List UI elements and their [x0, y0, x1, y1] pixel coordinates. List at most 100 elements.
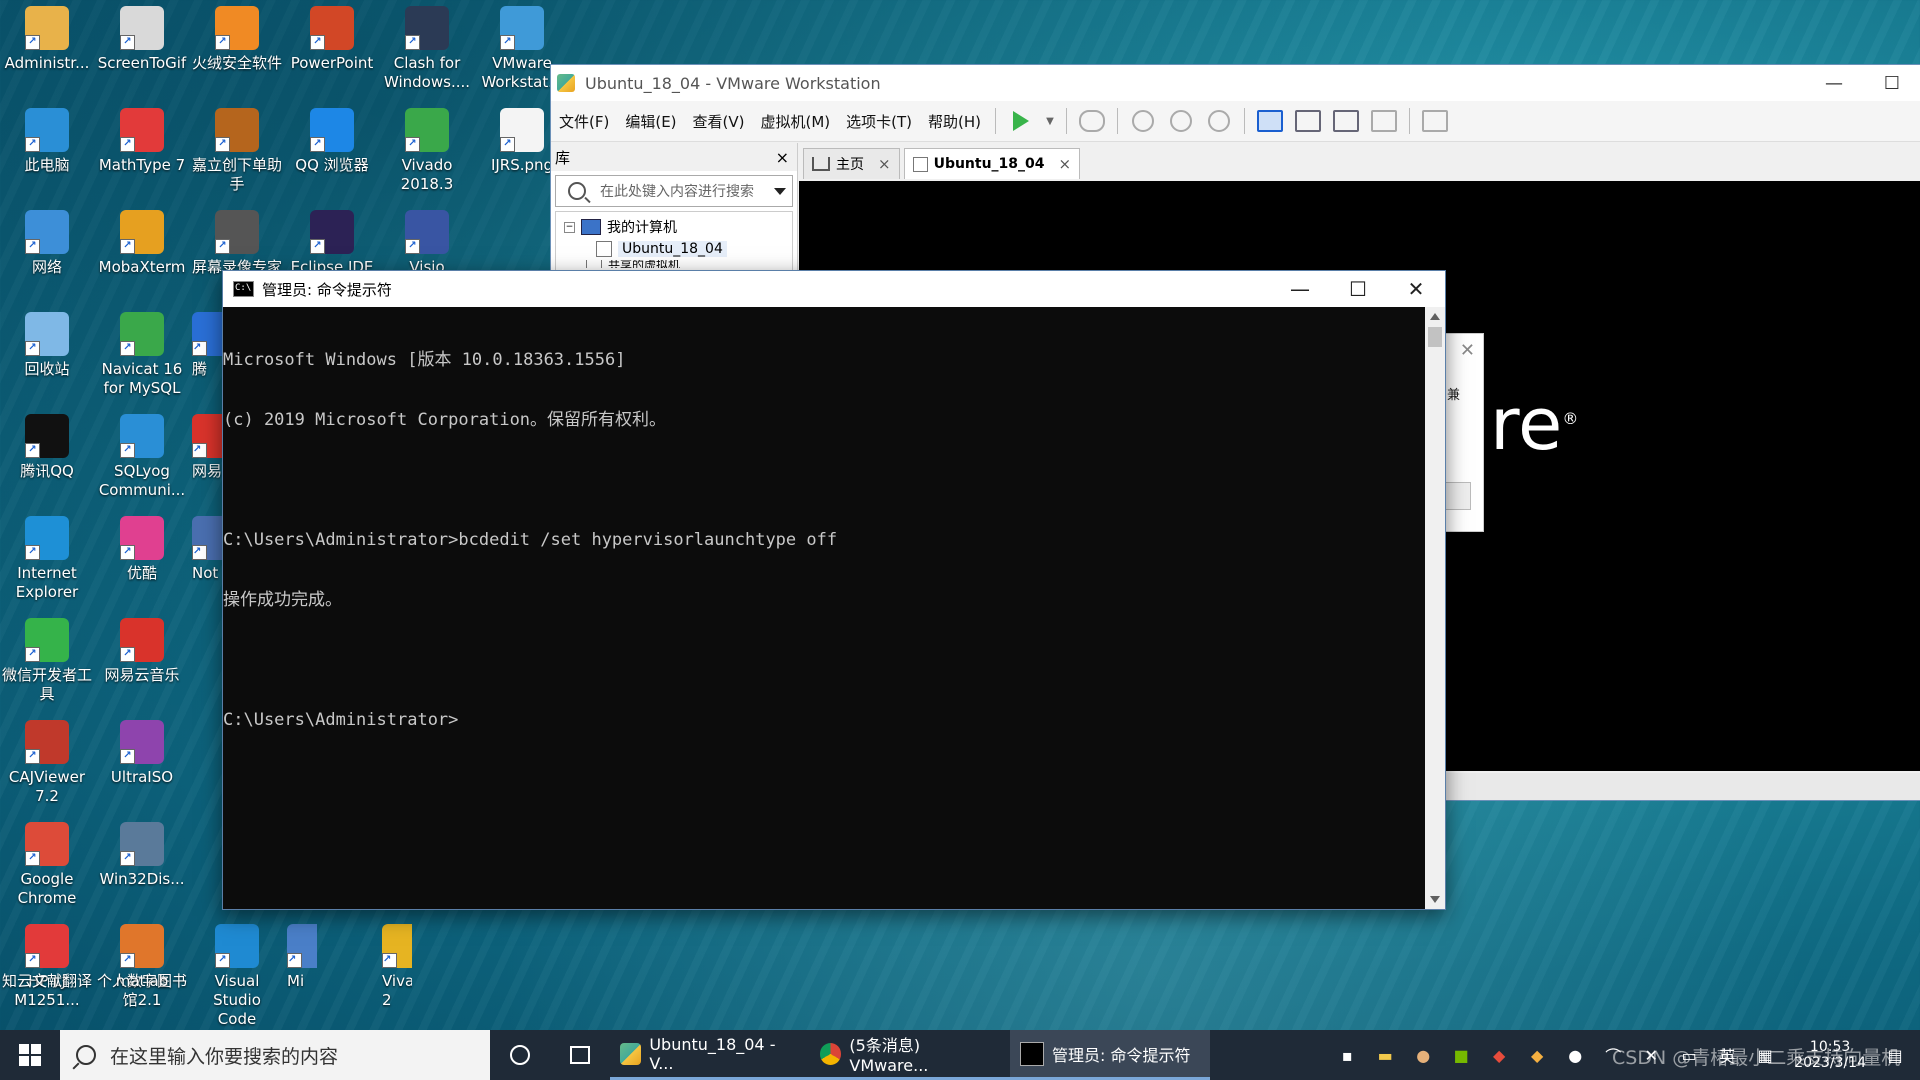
- youku-icon: ↗: [120, 516, 164, 560]
- desktop-icon-recycle-bin[interactable]: ↗ 回收站: [2, 312, 92, 379]
- scrollbar-thumb[interactable]: [1428, 327, 1442, 347]
- tab-home-close-button[interactable]: ×: [878, 155, 891, 173]
- menu-vm[interactable]: 虚拟机(M): [753, 111, 839, 132]
- desktop-icon-partial[interactable]: ↗ Not: [192, 516, 222, 583]
- tree-item-ubuntu[interactable]: Ubuntu_18_04: [556, 238, 792, 260]
- cmd-title-bar[interactable]: C:\ 管理员: 命令提示符 — ☐ ✕: [223, 271, 1445, 307]
- desktop-icon-win32diskimager[interactable]: ↗ Win32Dis...: [97, 822, 187, 889]
- taskbar-item-cmd[interactable]: 管理员: 命令提示符: [1010, 1030, 1210, 1080]
- desktop-icon-label: Google Chrome: [17, 870, 77, 907]
- show-thumbnail-button[interactable]: [1292, 106, 1324, 136]
- desktop-icon-sqlyog[interactable]: ↗ SQLyog Communi...: [97, 414, 187, 500]
- tab-home[interactable]: 主页 ×: [803, 148, 900, 179]
- tree-item-my-computer[interactable]: − 我的计算机: [556, 216, 792, 238]
- desktop-icon-qq-browser[interactable]: ↗ QQ 浏览器: [287, 108, 377, 175]
- menu-help[interactable]: 帮助(H): [920, 111, 989, 132]
- desktop-icon-powerpoint[interactable]: ↗ PowerPoint: [287, 6, 377, 73]
- taskbar-item-chrome[interactable]: (5条消息) VMware...: [810, 1030, 1010, 1080]
- vmware-splash-text: re: [1490, 382, 1563, 466]
- desktop-icon-clash[interactable]: ↗ Clash for Windows....: [382, 6, 472, 92]
- cmd-scrollbar[interactable]: [1425, 307, 1445, 909]
- collapse-icon[interactable]: −: [564, 221, 575, 233]
- desktop-icon-partial[interactable]: ↗ 腾: [192, 312, 222, 379]
- send-ctrl-alt-del-button[interactable]: [1076, 106, 1108, 136]
- tray-shield-icon[interactable]: ◆: [1522, 1040, 1552, 1070]
- snapshot-button[interactable]: [1127, 106, 1159, 136]
- fullscreen-button[interactable]: [1330, 106, 1362, 136]
- vmware-popup-dialog[interactable]: ✕ 兼: [1440, 333, 1484, 532]
- menu-file[interactable]: 文件(F): [551, 111, 617, 132]
- cmd-console-output[interactable]: Microsoft Windows [版本 10.0.18363.1556] (…: [223, 307, 1425, 909]
- file-explorer-icon[interactable]: ▬: [1370, 1040, 1400, 1070]
- qq-icon[interactable]: ●: [1560, 1040, 1590, 1070]
- desktop-icon-chrome[interactable]: ↗ Google Chrome: [2, 822, 92, 908]
- library-search-input[interactable]: 在此处键入内容进行搜索: [555, 175, 793, 207]
- show-library-button[interactable]: [1254, 106, 1286, 136]
- power-dropdown-button[interactable]: ▼: [1043, 106, 1057, 136]
- desktop-icon-youku[interactable]: ↗ 优酷: [97, 516, 187, 583]
- maximize-button[interactable]: ☐: [1329, 277, 1387, 301]
- scroll-up-icon[interactable]: [1430, 313, 1440, 320]
- snapshot-manager-button[interactable]: [1203, 106, 1235, 136]
- taskbar-item-vmware[interactable]: Ubuntu_18_04 - V...: [610, 1030, 810, 1080]
- desktop-icon-mathtype[interactable]: ↗ MathType 7: [97, 108, 187, 175]
- cmd-window[interactable]: C:\ 管理员: 命令提示符 — ☐ ✕ Microsoft Windows […: [222, 270, 1446, 910]
- desktop-icon-screentogif[interactable]: ↗ ScreenToGif: [97, 6, 187, 73]
- maximize-button[interactable]: ☐: [1863, 73, 1920, 94]
- minimize-button[interactable]: —: [1271, 277, 1329, 301]
- desktop-icon-screen-recorder[interactable]: ↗ 屏幕录像专家: [192, 210, 282, 277]
- tree-item-shared-vms[interactable]: 共享的虚拟机: [556, 260, 792, 268]
- cortana-button[interactable]: [490, 1030, 550, 1080]
- tab-ubuntu[interactable]: Ubuntu_18_04 ×: [903, 148, 1081, 179]
- library-close-button[interactable]: ×: [776, 148, 789, 167]
- menu-view[interactable]: 查看(V): [685, 111, 753, 132]
- menu-tabs[interactable]: 选项卡(T): [838, 111, 920, 132]
- unity-button[interactable]: [1368, 106, 1400, 136]
- desktop-icon-vivado[interactable]: ↗ Vivado 2018.3: [382, 108, 472, 194]
- desktop-icon-label: QQ 浏览器: [295, 156, 369, 174]
- desktop-icon-mobaxterm[interactable]: ↗ MobaXterm: [97, 210, 187, 277]
- desktop-icon-user-folder[interactable]: ↗ Administr...: [2, 6, 92, 73]
- shortcut-arrow-icon: ↗: [120, 851, 135, 866]
- desktop-icon-navicat[interactable]: ↗ Navicat 16 for MySQL: [97, 312, 187, 398]
- tray-app-icon[interactable]: ●: [1408, 1040, 1438, 1070]
- security-shield-icon[interactable]: ◆: [1484, 1040, 1514, 1070]
- minimize-button[interactable]: —: [1805, 73, 1863, 94]
- desktop-icon-network[interactable]: ↗ 网络: [2, 210, 92, 277]
- desktop-icon-partial[interactable]: ↗ Viva 2: [382, 924, 412, 1010]
- desktop-icon-jlc[interactable]: ↗ 嘉立创下单助手: [192, 108, 282, 194]
- desktop-icon-matlab[interactable]: ↗ matlab: [97, 924, 187, 991]
- desktop-icon-partial[interactable]: ↗ Mi: [287, 924, 317, 991]
- desktop-icon-qq[interactable]: ↗ 腾讯QQ: [2, 414, 92, 481]
- desktop-icon-visio[interactable]: ↗ Visio: [382, 210, 472, 277]
- chevron-down-icon[interactable]: [774, 187, 786, 195]
- scroll-down-icon[interactable]: [1430, 896, 1440, 903]
- start-button[interactable]: [0, 1030, 60, 1080]
- tab-home-label: 主页: [836, 157, 864, 173]
- tab-ubuntu-close-button[interactable]: ×: [1059, 155, 1072, 173]
- close-icon[interactable]: ✕: [1460, 340, 1475, 361]
- desktop-icon-wechat-devtools[interactable]: ↗ 微信开发者工具: [2, 618, 92, 704]
- desktop-icon-partial[interactable]: ↗ 网易: [192, 414, 222, 481]
- desktop-icon-eclipse[interactable]: ↗ Eclipse IDE: [287, 210, 377, 277]
- revert-snapshot-button[interactable]: [1165, 106, 1197, 136]
- desktop-icon-this-pc[interactable]: ↗ 此电脑: [2, 108, 92, 175]
- desktop-icon-cajviewer[interactable]: ↗ CAJViewer 7.2: [2, 720, 92, 806]
- console-view-button[interactable]: [1419, 106, 1451, 136]
- tray-app-icon[interactable]: ▪: [1332, 1040, 1362, 1070]
- desktop-icon-ultraiso[interactable]: ↗ UltraISO: [97, 720, 187, 787]
- desktop-icon-ie[interactable]: ↗ Internet Explorer: [2, 516, 92, 602]
- task-view-button[interactable]: [550, 1030, 610, 1080]
- desktop-icon-zhiyun[interactable]: ↗ 知云文献翻译: [2, 924, 92, 991]
- desktop-icon-netease-music[interactable]: ↗ 网易云音乐: [97, 618, 187, 685]
- taskbar-search-input[interactable]: 在这里输入你要搜索的内容: [60, 1030, 490, 1080]
- desktop-icon-huorong[interactable]: ↗ 火绒安全软件: [192, 6, 282, 73]
- power-on-button[interactable]: [1005, 106, 1037, 136]
- nvidia-icon[interactable]: ■: [1446, 1040, 1476, 1070]
- menu-edit[interactable]: 编辑(E): [617, 111, 684, 132]
- popup-button[interactable]: [1443, 482, 1471, 510]
- desktop-icon-vscode[interactable]: ↗ Visual Studio Code: [192, 924, 282, 1029]
- vmware-title-bar[interactable]: Ubuntu_18_04 - VMware Workstation — ☐: [551, 65, 1920, 101]
- close-button[interactable]: ✕: [1387, 277, 1445, 301]
- shortcut-arrow-icon: ↗: [192, 341, 207, 356]
